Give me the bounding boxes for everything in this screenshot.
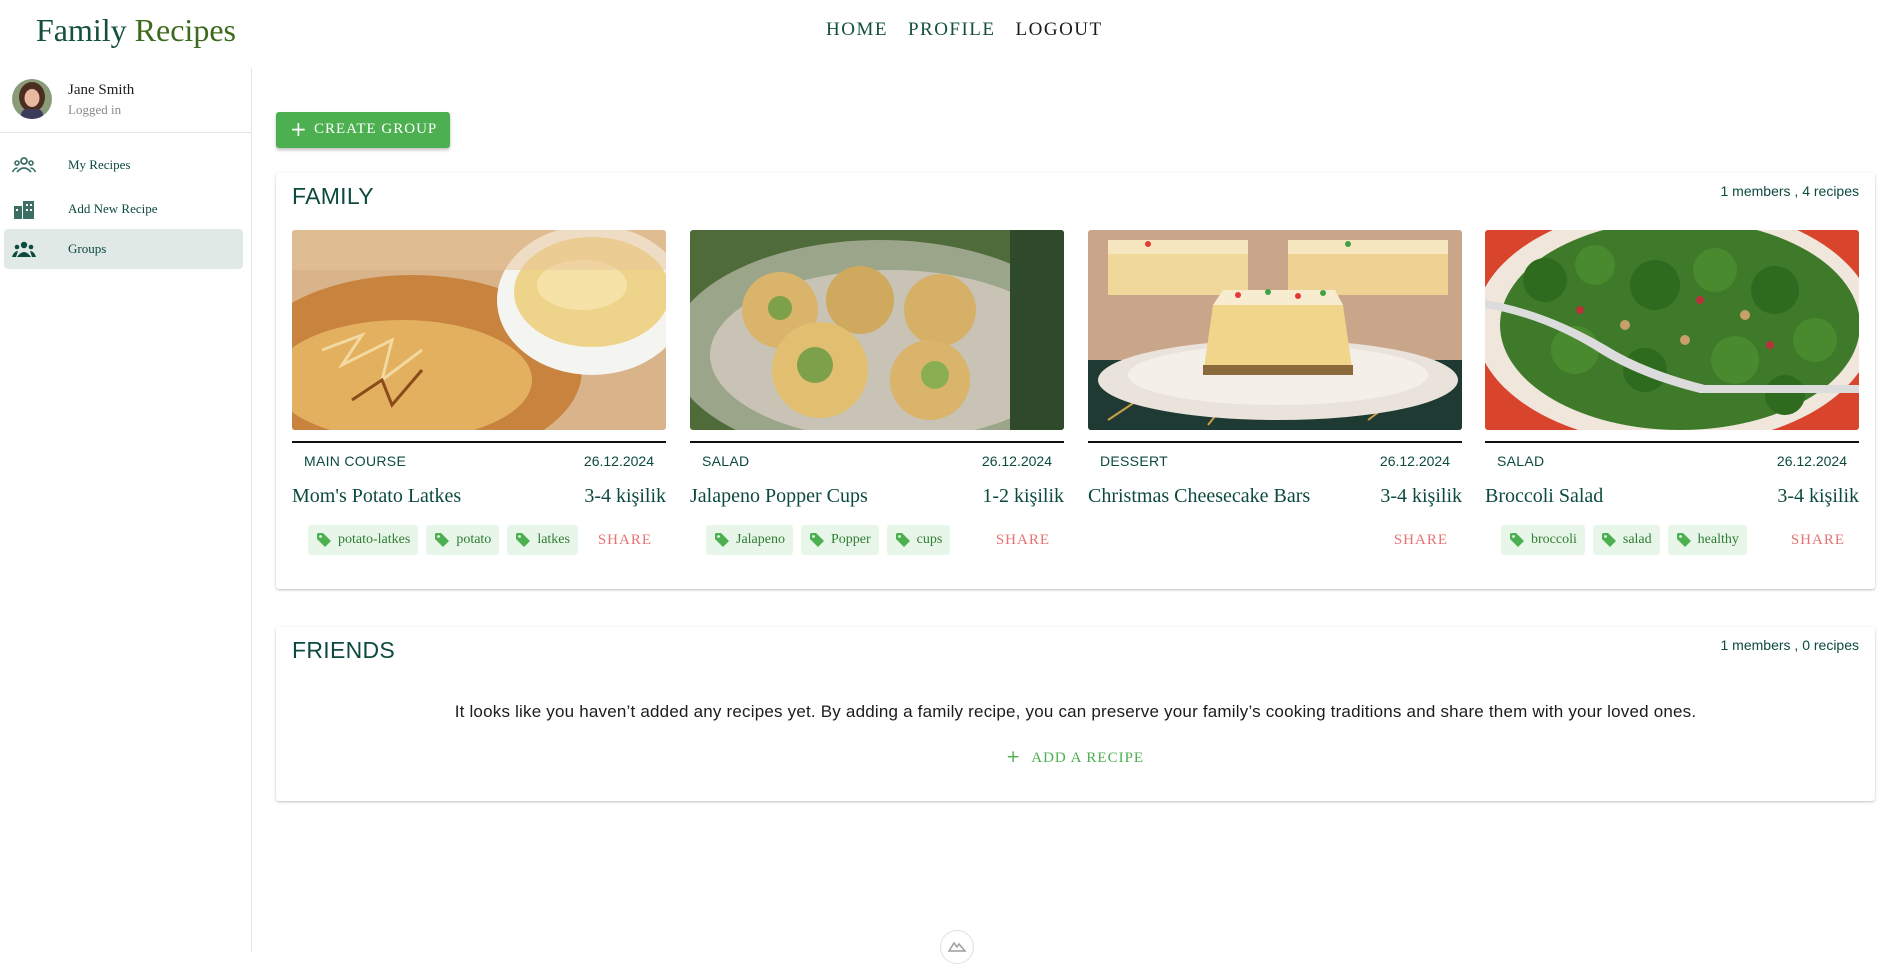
group-title: FRIENDS (292, 637, 396, 663)
tag-label: Popper (830, 532, 871, 547)
share-button[interactable]: SHARE (996, 532, 1050, 549)
plus-icon: + (1006, 747, 1022, 767)
share-button[interactable]: SHARE (1394, 532, 1448, 549)
recipe-image-christmas-cheesecake-bars[interactable] (1088, 230, 1462, 430)
tag-chip[interactable]: potato (426, 525, 500, 555)
logo-word-recipes: Recipes (134, 12, 236, 48)
recipe-title[interactable]: Christmas Cheesecake Bars (1088, 485, 1310, 508)
recipe-card[interactable]: MAIN COURSE 26.12.2024 Mom's Potato Latk… (292, 230, 666, 570)
tag-icon (1676, 533, 1691, 547)
divider (292, 441, 666, 443)
tag-chip[interactable]: Jalapeno (706, 525, 793, 555)
recipe-title[interactable]: Mom's Potato Latkes (292, 485, 461, 508)
create-group-button[interactable]: + CREATE GROUP (276, 112, 450, 148)
tag-icon (895, 533, 910, 547)
top-bar: Family Recipes HOME PROFILE LOGOUT (0, 0, 1902, 66)
sidebar: Jane Smith Logged in My Recipes Add New … (0, 68, 252, 952)
tag-icon (435, 533, 450, 547)
sidebar-item-label: Groups (68, 241, 107, 256)
share-button[interactable]: SHARE (598, 532, 652, 549)
recipe-title[interactable]: Broccoli Salad (1485, 485, 1603, 508)
share-button[interactable]: SHARE (1791, 532, 1845, 549)
user-status: Logged in (68, 102, 122, 117)
group-card-family: FAMILY 1 members , 4 recipes MAIN COURSE… (276, 173, 1875, 589)
tag-label: cups (916, 532, 943, 547)
top-nav: HOME PROFILE LOGOUT (826, 19, 1103, 41)
tag-chip[interactable]: salad (1592, 525, 1660, 555)
tag-chip[interactable]: cups (886, 525, 951, 555)
recipe-card[interactable]: SALAD 26.12.2024 Broccoli Salad 3-4 kişi… (1485, 230, 1859, 570)
tag-icon (809, 533, 824, 547)
logo-word-family: Family (36, 12, 127, 48)
tag-label: Jalapeno (736, 532, 785, 547)
group-meta: 1 members , 4 recipes (1720, 183, 1860, 199)
plus-icon: + (290, 117, 307, 141)
nav-logout-link[interactable]: LOGOUT (1016, 19, 1103, 41)
recipe-servings: 1-2 kişilik (982, 485, 1064, 507)
recipe-category: MAIN COURSE (304, 453, 407, 469)
nav-home-link[interactable]: HOME (826, 19, 888, 41)
tag-icon (1601, 533, 1616, 547)
devtools-toggle[interactable] (940, 930, 974, 964)
groups-icon (12, 241, 36, 257)
empty-state-message: It looks like you haven’t added any reci… (454, 702, 1697, 721)
recipe-date: 26.12.2024 (1776, 453, 1847, 469)
recipe-date: 26.12.2024 (981, 453, 1052, 469)
sidebar-item-groups[interactable]: Groups (4, 229, 243, 269)
recipe-tags: Jalapeno Popper cups (706, 525, 951, 555)
add-recipe-label: ADD A RECIPE (1031, 750, 1145, 766)
group-title: FAMILY (292, 183, 374, 209)
user-panel: Jane Smith Logged in (0, 68, 251, 133)
people-icon (12, 157, 36, 173)
tag-icon (1510, 533, 1524, 547)
recipe-category: DESSERT (1100, 453, 1168, 469)
recipe-date: 26.12.2024 (583, 453, 654, 469)
group-card-friends: FRIENDS 1 members , 0 recipes It looks l… (276, 627, 1875, 801)
add-recipe-button[interactable]: + ADD A RECIPE (1006, 747, 1144, 767)
app-logo[interactable]: Family Recipes (36, 12, 236, 49)
tag-chip[interactable]: broccoli (1501, 525, 1585, 555)
divider (1485, 441, 1859, 443)
divider (1088, 441, 1462, 443)
tag-chip[interactable]: potato-latkes (308, 525, 419, 555)
group-meta: 1 members , 0 recipes (1720, 637, 1860, 653)
sidebar-item-my-recipes[interactable]: My Recipes (4, 145, 243, 185)
nav-profile-link[interactable]: PROFILE (908, 19, 996, 41)
recipe-image-broccoli-salad[interactable] (1485, 230, 1859, 430)
recipe-tags: potato-latkes potato latkes (308, 525, 578, 555)
recipe-category: SALAD (1497, 453, 1545, 469)
create-group-label: CREATE GROUP (314, 121, 438, 137)
recipe-image-potato-latkes[interactable] (292, 230, 666, 430)
sidebar-item-add-new-recipe[interactable]: Add New Recipe (4, 189, 243, 229)
recipe-title[interactable]: Jalapeno Popper Cups (690, 485, 868, 508)
sidebar-item-label: My Recipes (68, 157, 131, 172)
mountain-icon (947, 941, 967, 952)
tag-label: potato-latkes (338, 532, 411, 547)
tag-label: healthy (1697, 532, 1739, 547)
recipe-servings: 3-4 kişilik (1380, 485, 1462, 507)
recipe-tags: broccoli salad healthy (1501, 525, 1747, 555)
tag-icon (317, 533, 331, 547)
recipe-image-jalapeno-popper-cups[interactable] (690, 230, 1064, 430)
recipe-servings: 3-4 kişilik (584, 485, 666, 507)
sidebar-item-label: Add New Recipe (68, 201, 158, 216)
recipe-servings: 3-4 kişilik (1777, 485, 1859, 507)
tag-icon (516, 533, 531, 547)
recipe-card[interactable]: DESSERT 26.12.2024 Christmas Cheesecake … (1088, 230, 1462, 570)
divider (690, 441, 1064, 443)
tag-chip[interactable]: Popper (800, 525, 879, 555)
tag-chip[interactable]: healthy (1667, 525, 1747, 555)
tag-icon (715, 533, 729, 547)
tag-chip[interactable]: latkes (507, 525, 578, 555)
tag-label: potato (456, 532, 492, 547)
recipe-card[interactable]: SALAD 26.12.2024 Jalapeno Popper Cups 1-… (690, 230, 1064, 570)
recipe-date: 26.12.2024 (1379, 453, 1450, 469)
user-name: Jane Smith (68, 82, 135, 98)
recipe-category: SALAD (702, 453, 750, 469)
avatar[interactable] (12, 79, 52, 119)
tag-label: broccoli (1531, 532, 1577, 547)
tag-label: latkes (537, 532, 570, 547)
building-icon (14, 201, 34, 219)
tag-label: salad (1622, 532, 1652, 547)
